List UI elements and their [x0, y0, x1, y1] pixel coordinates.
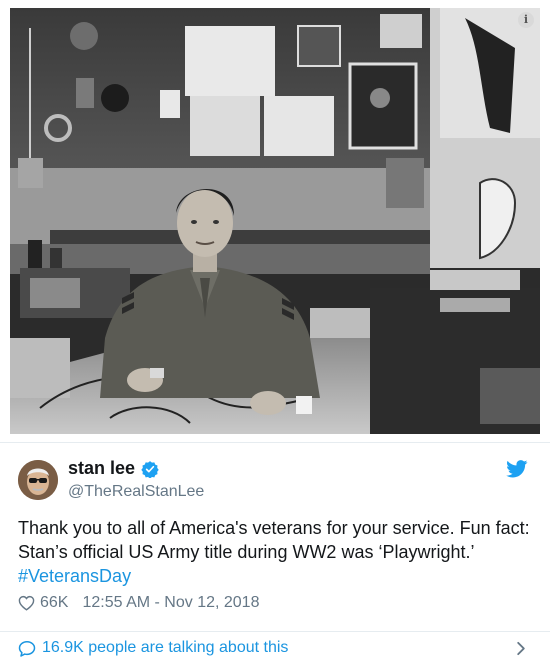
speech-bubble-icon — [18, 641, 36, 657]
tweet-text-line: Stan’s official US Army title during WW2… — [18, 542, 475, 562]
like-count[interactable]: 66K — [40, 594, 68, 612]
avatar-portrait-icon — [18, 460, 58, 500]
twitter-bird-icon[interactable] — [506, 460, 528, 478]
heart-icon[interactable] — [18, 595, 35, 611]
chevron-right-icon[interactable] — [516, 641, 526, 656]
author-name-row[interactable]: stan lee — [68, 458, 159, 479]
tweet-meta: 66K 12:55 AM - Nov 12, 2018 — [18, 594, 259, 612]
tweet-text: Thank you to all of America's veterans f… — [18, 516, 538, 588]
info-icon[interactable]: i — [518, 12, 534, 28]
vintage-photo-illustration — [10, 8, 540, 434]
avatar[interactable] — [18, 460, 58, 500]
conversation-count: 16.9K — [42, 639, 84, 656]
hashtag-link[interactable]: #VeteransDay — [18, 564, 538, 588]
conversation-label: people are talking about this — [83, 639, 289, 656]
tweet-timestamp[interactable]: 12:55 AM - Nov 12, 2018 — [82, 594, 259, 612]
tweet-text-line: Thank you to all of America's veterans f… — [18, 518, 530, 538]
verified-badge-icon — [141, 460, 159, 478]
conversation-link[interactable]: 16.9K people are talking about this — [42, 639, 288, 657]
author-name[interactable]: stan lee — [68, 458, 135, 479]
author-handle[interactable]: @TheRealStanLee — [68, 483, 204, 501]
tweet-photo[interactable]: i — [10, 8, 540, 434]
conversation-footer[interactable]: 16.9K people are talking about this — [0, 631, 550, 666]
tweet-embed-card: i stan lee @TheRealStanLee Thank you to … — [0, 0, 550, 666]
divider — [0, 442, 550, 443]
